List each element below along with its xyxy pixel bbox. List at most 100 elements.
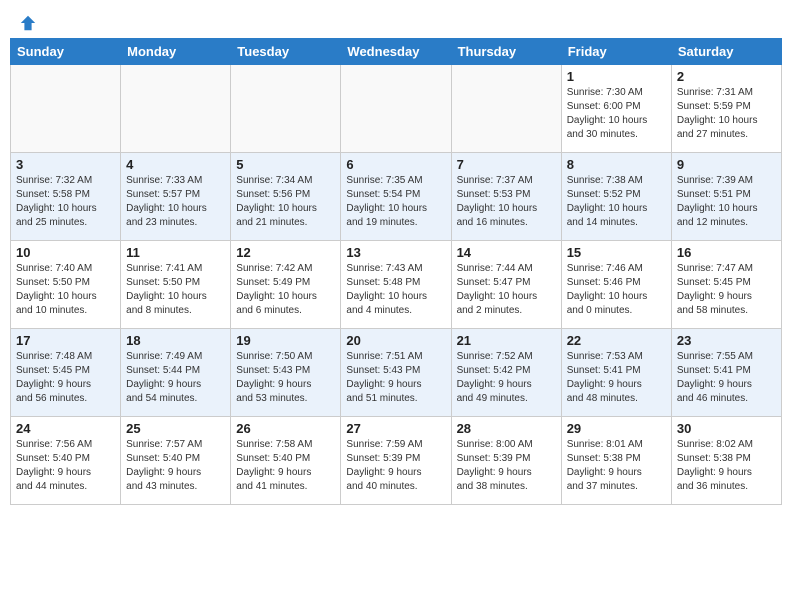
weekday-header: Friday (561, 39, 671, 65)
calendar-cell: 3 Sunrise: 7:32 AM Sunset: 5:58 PM Daylig… (11, 153, 121, 241)
calendar-cell (341, 65, 451, 153)
day-info: Sunrise: 7:44 AM Sunset: 5:47 PM Dayligh… (457, 262, 556, 318)
day-info: Sunrise: 7:50 AM Sunset: 5:43 PM Dayligh… (236, 350, 335, 406)
calendar-header-row: SundayMondayTuesdayWednesdayThursdayFrid… (11, 39, 782, 65)
calendar-cell: 19 Sunrise: 7:50 AM Sunset: 5:43 PM Dayli… (231, 329, 341, 417)
day-info: Sunrise: 7:55 AM Sunset: 5:41 PM Dayligh… (677, 350, 776, 406)
day-info: Sunrise: 7:30 AM Sunset: 6:00 PM Dayligh… (567, 86, 666, 142)
calendar-week-row: 17 Sunrise: 7:48 AM Sunset: 5:45 PM Dayli… (11, 329, 782, 417)
day-info: Sunrise: 7:58 AM Sunset: 5:40 PM Dayligh… (236, 438, 335, 494)
calendar-cell: 10 Sunrise: 7:40 AM Sunset: 5:50 PM Dayli… (11, 241, 121, 329)
day-info: Sunrise: 7:52 AM Sunset: 5:42 PM Dayligh… (457, 350, 556, 406)
day-info: Sunrise: 7:56 AM Sunset: 5:40 PM Dayligh… (16, 438, 115, 494)
weekday-header: Sunday (11, 39, 121, 65)
day-number: 9 (677, 157, 776, 172)
day-number: 22 (567, 333, 666, 348)
calendar-cell: 6 Sunrise: 7:35 AM Sunset: 5:54 PM Daylig… (341, 153, 451, 241)
calendar-cell: 28 Sunrise: 8:00 AM Sunset: 5:39 PM Dayli… (451, 417, 561, 505)
day-number: 10 (16, 245, 115, 260)
day-info: Sunrise: 7:42 AM Sunset: 5:49 PM Dayligh… (236, 262, 335, 318)
day-info: Sunrise: 7:57 AM Sunset: 5:40 PM Dayligh… (126, 438, 225, 494)
day-info: Sunrise: 7:39 AM Sunset: 5:51 PM Dayligh… (677, 174, 776, 230)
day-number: 2 (677, 69, 776, 84)
day-number: 24 (16, 421, 115, 436)
day-number: 4 (126, 157, 225, 172)
day-info: Sunrise: 8:02 AM Sunset: 5:38 PM Dayligh… (677, 438, 776, 494)
weekday-header: Tuesday (231, 39, 341, 65)
calendar-cell: 9 Sunrise: 7:39 AM Sunset: 5:51 PM Daylig… (671, 153, 781, 241)
weekday-header: Thursday (451, 39, 561, 65)
day-number: 14 (457, 245, 556, 260)
calendar-week-row: 24 Sunrise: 7:56 AM Sunset: 5:40 PM Dayli… (11, 417, 782, 505)
calendar-cell (121, 65, 231, 153)
day-info: Sunrise: 8:01 AM Sunset: 5:38 PM Dayligh… (567, 438, 666, 494)
day-info: Sunrise: 7:41 AM Sunset: 5:50 PM Dayligh… (126, 262, 225, 318)
day-number: 18 (126, 333, 225, 348)
day-number: 12 (236, 245, 335, 260)
day-info: Sunrise: 7:53 AM Sunset: 5:41 PM Dayligh… (567, 350, 666, 406)
calendar-cell: 11Sunrise: 7:41 AM Sunset: 5:50 PM Dayli… (121, 241, 231, 329)
day-info: Sunrise: 7:48 AM Sunset: 5:45 PM Dayligh… (16, 350, 115, 406)
page-header (10, 10, 782, 32)
calendar-cell (11, 65, 121, 153)
calendar-cell: 15 Sunrise: 7:46 AM Sunset: 5:46 PM Dayli… (561, 241, 671, 329)
day-info: Sunrise: 7:32 AM Sunset: 5:58 PM Dayligh… (16, 174, 115, 230)
day-info: Sunrise: 7:51 AM Sunset: 5:43 PM Dayligh… (346, 350, 445, 406)
calendar-cell: 1Sunrise: 7:30 AM Sunset: 6:00 PM Daylig… (561, 65, 671, 153)
day-info: Sunrise: 7:43 AM Sunset: 5:48 PM Dayligh… (346, 262, 445, 318)
calendar-table: SundayMondayTuesdayWednesdayThursdayFrid… (10, 38, 782, 505)
day-info: Sunrise: 7:34 AM Sunset: 5:56 PM Dayligh… (236, 174, 335, 230)
day-info: Sunrise: 7:37 AM Sunset: 5:53 PM Dayligh… (457, 174, 556, 230)
calendar-week-row: 1Sunrise: 7:30 AM Sunset: 6:00 PM Daylig… (11, 65, 782, 153)
day-number: 7 (457, 157, 556, 172)
day-info: Sunrise: 7:31 AM Sunset: 5:59 PM Dayligh… (677, 86, 776, 142)
calendar-cell: 8 Sunrise: 7:38 AM Sunset: 5:52 PM Daylig… (561, 153, 671, 241)
day-number: 27 (346, 421, 445, 436)
day-info: Sunrise: 7:49 AM Sunset: 5:44 PM Dayligh… (126, 350, 225, 406)
calendar-cell: 18 Sunrise: 7:49 AM Sunset: 5:44 PM Dayli… (121, 329, 231, 417)
calendar-cell: 2 Sunrise: 7:31 AM Sunset: 5:59 PM Daylig… (671, 65, 781, 153)
calendar-cell: 17 Sunrise: 7:48 AM Sunset: 5:45 PM Dayli… (11, 329, 121, 417)
calendar-cell: 30Sunrise: 8:02 AM Sunset: 5:38 PM Dayli… (671, 417, 781, 505)
day-info: Sunrise: 7:40 AM Sunset: 5:50 PM Dayligh… (16, 262, 115, 318)
day-info: Sunrise: 7:59 AM Sunset: 5:39 PM Dayligh… (346, 438, 445, 494)
calendar-cell (451, 65, 561, 153)
day-number: 19 (236, 333, 335, 348)
calendar-cell: 12 Sunrise: 7:42 AM Sunset: 5:49 PM Dayli… (231, 241, 341, 329)
day-info: Sunrise: 7:46 AM Sunset: 5:46 PM Dayligh… (567, 262, 666, 318)
calendar-cell: 21 Sunrise: 7:52 AM Sunset: 5:42 PM Dayli… (451, 329, 561, 417)
day-number: 15 (567, 245, 666, 260)
calendar-cell: 20 Sunrise: 7:51 AM Sunset: 5:43 PM Dayli… (341, 329, 451, 417)
logo (18, 14, 37, 28)
calendar-week-row: 3 Sunrise: 7:32 AM Sunset: 5:58 PM Daylig… (11, 153, 782, 241)
calendar-cell: 25 Sunrise: 7:57 AM Sunset: 5:40 PM Dayli… (121, 417, 231, 505)
day-number: 28 (457, 421, 556, 436)
day-info: Sunrise: 7:35 AM Sunset: 5:54 PM Dayligh… (346, 174, 445, 230)
day-info: Sunrise: 8:00 AM Sunset: 5:39 PM Dayligh… (457, 438, 556, 494)
day-info: Sunrise: 7:38 AM Sunset: 5:52 PM Dayligh… (567, 174, 666, 230)
calendar-cell: 27 Sunrise: 7:59 AM Sunset: 5:39 PM Dayli… (341, 417, 451, 505)
calendar-cell: 4 Sunrise: 7:33 AM Sunset: 5:57 PM Daylig… (121, 153, 231, 241)
calendar-cell (231, 65, 341, 153)
calendar-cell: 26 Sunrise: 7:58 AM Sunset: 5:40 PM Dayli… (231, 417, 341, 505)
weekday-header: Wednesday (341, 39, 451, 65)
calendar-cell: 13 Sunrise: 7:43 AM Sunset: 5:48 PM Dayli… (341, 241, 451, 329)
day-number: 6 (346, 157, 445, 172)
day-number: 13 (346, 245, 445, 260)
calendar-cell: 7 Sunrise: 7:37 AM Sunset: 5:53 PM Daylig… (451, 153, 561, 241)
day-info: Sunrise: 7:33 AM Sunset: 5:57 PM Dayligh… (126, 174, 225, 230)
day-number: 3 (16, 157, 115, 172)
calendar-week-row: 10 Sunrise: 7:40 AM Sunset: 5:50 PM Dayli… (11, 241, 782, 329)
day-number: 16 (677, 245, 776, 260)
day-number: 8 (567, 157, 666, 172)
logo-icon (19, 14, 37, 32)
day-number: 20 (346, 333, 445, 348)
day-number: 26 (236, 421, 335, 436)
calendar-cell: 5Sunrise: 7:34 AM Sunset: 5:56 PM Daylig… (231, 153, 341, 241)
day-number: 17 (16, 333, 115, 348)
calendar-cell: 16Sunrise: 7:47 AM Sunset: 5:45 PM Dayli… (671, 241, 781, 329)
day-number: 21 (457, 333, 556, 348)
calendar-cell: 22 Sunrise: 7:53 AM Sunset: 5:41 PM Dayli… (561, 329, 671, 417)
day-number: 25 (126, 421, 225, 436)
calendar-cell: 23Sunrise: 7:55 AM Sunset: 5:41 PM Dayli… (671, 329, 781, 417)
